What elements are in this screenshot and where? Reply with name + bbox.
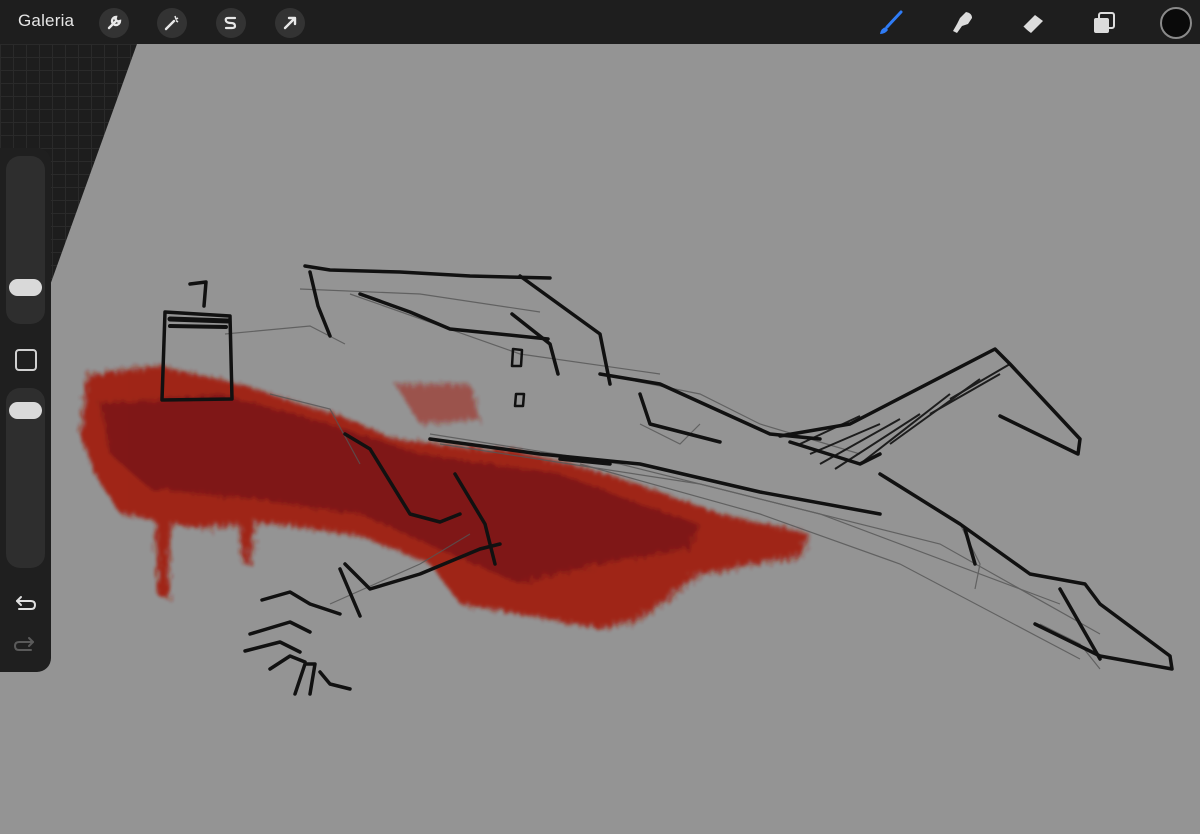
redo-icon xyxy=(13,637,34,651)
arrow-cursor-icon xyxy=(283,16,297,30)
brush-icon xyxy=(880,10,903,34)
undo-icon xyxy=(16,596,37,610)
left-sidebar xyxy=(0,148,51,672)
transform-button[interactable] xyxy=(275,8,305,38)
drawing-canvas[interactable] xyxy=(0,44,1200,834)
brush-tool-button[interactable] xyxy=(873,6,907,40)
actions-button[interactable] xyxy=(99,8,129,38)
redo-button[interactable] xyxy=(12,635,38,657)
brush-size-slider-thumb[interactable] xyxy=(9,279,42,296)
layers-icon xyxy=(1094,12,1115,33)
eraser-icon xyxy=(1022,15,1043,34)
eraser-tool-button[interactable] xyxy=(1016,6,1050,40)
magic-wand-icon xyxy=(164,15,179,31)
modify-button[interactable] xyxy=(15,349,37,371)
smudge-tool-button[interactable] xyxy=(945,6,979,40)
layers-button[interactable] xyxy=(1087,6,1121,40)
wrench-icon xyxy=(107,15,122,30)
brush-size-slider[interactable] xyxy=(6,156,45,324)
top-toolbar: Galeria xyxy=(0,0,1200,44)
smudge-icon xyxy=(953,12,972,33)
selection-s-icon xyxy=(224,16,237,30)
adjustments-button[interactable] xyxy=(157,8,187,38)
undo-button[interactable] xyxy=(12,594,38,616)
gallery-button[interactable]: Galeria xyxy=(18,11,74,31)
sketch-artwork xyxy=(80,264,1174,696)
opacity-slider-thumb[interactable] xyxy=(9,402,42,419)
selection-button[interactable] xyxy=(216,8,246,38)
color-picker-button[interactable] xyxy=(1160,7,1192,39)
